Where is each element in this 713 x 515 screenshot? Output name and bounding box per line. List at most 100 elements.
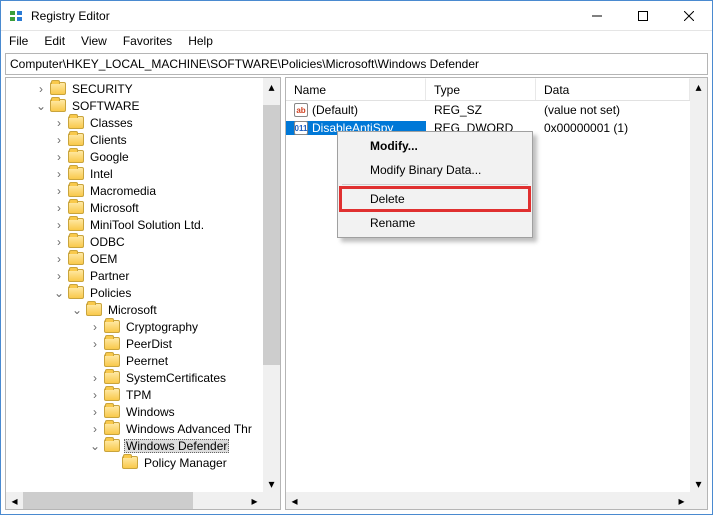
reg-sz-icon: ab (294, 103, 308, 117)
folder-icon (104, 422, 120, 435)
scrollbar-corner (690, 492, 707, 509)
menu-favorites[interactable]: Favorites (123, 34, 172, 48)
tree-item[interactable]: MiniTool Solution Ltd. (88, 218, 206, 232)
scroll-down-icon[interactable]: ▾ (263, 475, 280, 492)
maximize-button[interactable] (620, 1, 666, 31)
address-bar[interactable]: Computer\HKEY_LOCAL_MACHINE\SOFTWARE\Pol… (5, 53, 708, 75)
tree-item[interactable]: Cryptography (124, 320, 200, 334)
folder-icon (104, 320, 120, 333)
folder-icon (68, 252, 84, 265)
expand-icon[interactable]: › (52, 269, 66, 283)
context-menu: Modify... Modify Binary Data... Delete R… (337, 131, 533, 238)
collapse-icon[interactable]: ⌄ (34, 99, 48, 113)
tree-vscrollbar[interactable]: ▴ ▾ (263, 78, 280, 492)
folder-icon (68, 218, 84, 231)
tree-item[interactable]: Intel (88, 167, 115, 181)
minimize-button[interactable] (574, 1, 620, 31)
tree-item[interactable]: Classes (88, 116, 135, 130)
tree-item-policies[interactable]: Policies (88, 286, 133, 300)
expand-icon[interactable]: › (52, 252, 66, 266)
regedit-icon (9, 8, 25, 24)
list-vscrollbar[interactable]: ▴ ▾ (690, 78, 707, 492)
tree-item[interactable]: ODBC (88, 235, 127, 249)
tree-scroll: › SECURITY ⌄ SOFTWARE › Classes › Clients › G… (6, 78, 263, 492)
expand-icon[interactable]: › (52, 133, 66, 147)
menu-help[interactable]: Help (188, 34, 213, 48)
collapse-icon[interactable]: ⌄ (88, 439, 102, 453)
value-data: (value not set) (536, 103, 690, 117)
menubar: File Edit View Favorites Help (1, 31, 712, 51)
value-data: 0x00000001 (1) (536, 121, 690, 135)
scroll-thumb[interactable] (263, 105, 280, 365)
tree-item[interactable]: Microsoft (88, 201, 141, 215)
context-modify-binary[interactable]: Modify Binary Data... (340, 158, 530, 182)
menu-view[interactable]: View (81, 34, 107, 48)
tree-item-microsoft[interactable]: Microsoft (106, 303, 159, 317)
context-delete[interactable]: Delete (340, 187, 530, 211)
tree-item[interactable]: Windows (124, 405, 177, 419)
scroll-right-icon[interactable]: ▸ (246, 492, 263, 509)
expand-icon[interactable]: › (52, 184, 66, 198)
scroll-right-icon[interactable]: ▸ (673, 492, 690, 509)
col-name[interactable]: Name (286, 78, 426, 100)
expand-icon[interactable]: › (52, 167, 66, 181)
scroll-left-icon[interactable]: ◂ (286, 492, 303, 509)
col-data[interactable]: Data (536, 78, 690, 100)
list-header[interactable]: Name Type Data (286, 78, 690, 101)
tree-item[interactable]: SystemCertificates (124, 371, 228, 385)
context-separator (342, 184, 528, 185)
reg-dword-icon: 011 (294, 121, 308, 135)
tree-item[interactable]: Google (88, 150, 131, 164)
col-type[interactable]: Type (426, 78, 536, 100)
folder-icon (68, 150, 84, 163)
folder-icon (104, 388, 120, 401)
expand-icon[interactable]: › (52, 235, 66, 249)
expand-icon[interactable]: › (52, 116, 66, 130)
tree-item-windows-defender[interactable]: Windows Defender (124, 439, 229, 453)
list-hscrollbar[interactable]: ◂ ▸ (286, 492, 690, 509)
folder-icon (86, 303, 102, 316)
scroll-thumb[interactable] (23, 492, 193, 509)
titlebar: Registry Editor (1, 1, 712, 31)
expand-icon[interactable]: › (52, 218, 66, 232)
scroll-up-icon[interactable]: ▴ (690, 78, 707, 95)
expand-icon[interactable]: › (88, 371, 102, 385)
folder-icon (104, 371, 120, 384)
expand-icon[interactable]: › (88, 405, 102, 419)
tree-pane: › SECURITY ⌄ SOFTWARE › Classes › Clients › G… (5, 77, 281, 510)
list-row[interactable]: ab(Default) REG_SZ (value not set) (286, 101, 690, 119)
tree-item-software[interactable]: SOFTWARE (70, 99, 142, 113)
tree-item[interactable]: OEM (88, 252, 119, 266)
collapse-icon[interactable]: ⌄ (52, 286, 66, 300)
tree-hscrollbar[interactable]: ◂ ▸ (6, 492, 263, 509)
tree-item[interactable]: Partner (88, 269, 131, 283)
expand-icon[interactable]: › (88, 320, 102, 334)
expand-icon[interactable]: › (52, 150, 66, 164)
menu-edit[interactable]: Edit (44, 34, 65, 48)
folder-icon (104, 354, 120, 367)
expand-icon[interactable]: › (34, 82, 48, 96)
context-rename[interactable]: Rename (340, 211, 530, 235)
expand-icon[interactable]: › (52, 201, 66, 215)
expand-icon[interactable]: › (88, 388, 102, 402)
expand-icon[interactable]: › (88, 422, 102, 436)
tree-item[interactable]: Policy Manager (142, 456, 229, 470)
tree-item[interactable]: Macromedia (88, 184, 158, 198)
context-modify[interactable]: Modify... (340, 134, 530, 158)
tree-item[interactable]: Peernet (124, 354, 170, 368)
collapse-icon[interactable]: ⌄ (70, 303, 84, 317)
tree-item[interactable]: Clients (88, 133, 129, 147)
close-button[interactable] (666, 1, 712, 31)
scroll-left-icon[interactable]: ◂ (6, 492, 23, 509)
tree-item[interactable]: Windows Advanced Thr (124, 422, 254, 436)
scroll-up-icon[interactable]: ▴ (263, 78, 280, 95)
folder-icon (68, 201, 84, 214)
tree-item[interactable]: TPM (124, 388, 153, 402)
tree-item[interactable]: PeerDist (124, 337, 174, 351)
folder-icon (50, 99, 66, 112)
menu-file[interactable]: File (9, 34, 28, 48)
expand-icon[interactable]: › (88, 337, 102, 351)
folder-icon (68, 133, 84, 146)
scroll-down-icon[interactable]: ▾ (690, 475, 707, 492)
tree-item-security[interactable]: SECURITY (70, 82, 135, 96)
